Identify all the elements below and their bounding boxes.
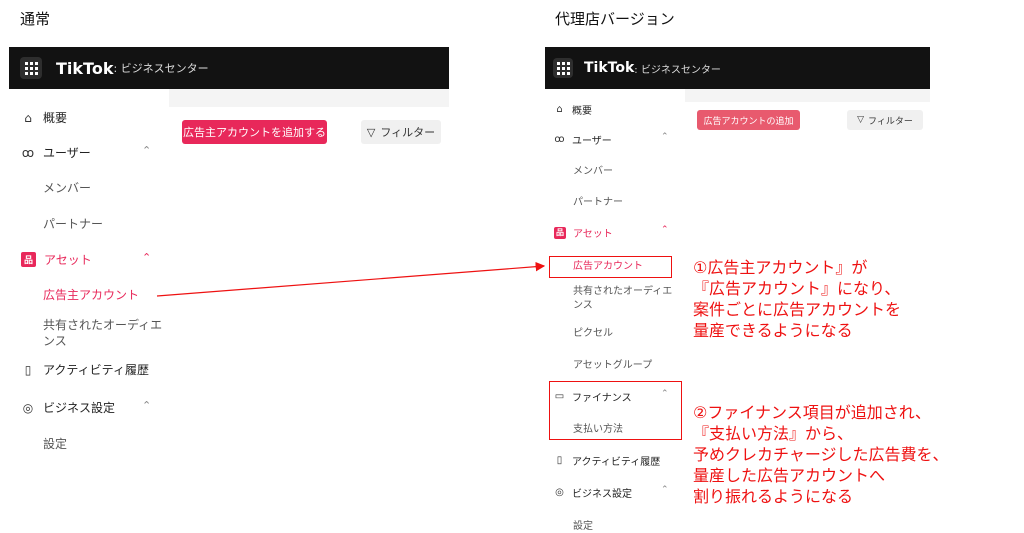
annotation-note-1: ①広告主アカウント』が 『広告アカウント』になり、 案件ごとに広告アカウントを … [693, 258, 902, 340]
annotation-note-2: ②ファイナンス項目が追加され、 『支払い方法』から、 予めクレカチャージした広告… [693, 403, 949, 506]
